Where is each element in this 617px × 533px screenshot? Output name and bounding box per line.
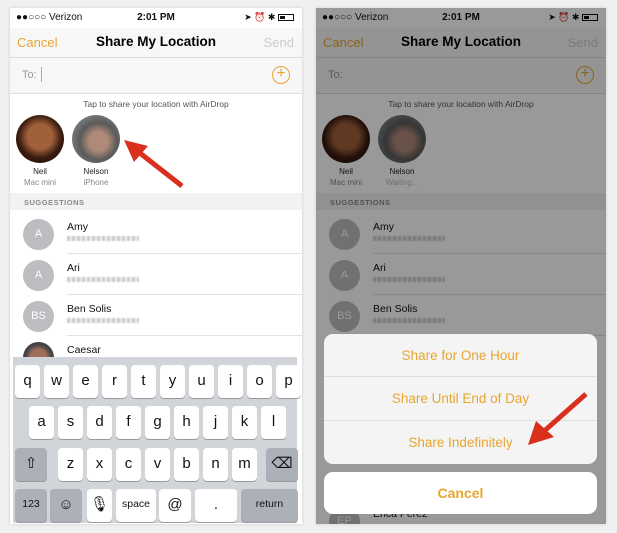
keyboard: q w e r t y u i o p a s d f g h j k l ⇧ z x c v b n m ⌫ 123 ☺ 🎙 space @.… xyxy=(13,357,301,523)
key-c[interactable]: c xyxy=(116,448,141,481)
contact-initials: BS xyxy=(23,301,54,332)
blurred-phone xyxy=(67,318,139,323)
key-k[interactable]: k xyxy=(232,406,257,439)
screen-share-duration-sheet: ●●○○○ Verizon 2:01 PM ➤ ⏰ ✱ Cancel Share… xyxy=(316,8,606,524)
emoji-key[interactable]: ☺ xyxy=(50,489,82,522)
key-q[interactable]: q xyxy=(15,365,40,398)
key-j[interactable]: j xyxy=(203,406,228,439)
battery-icon xyxy=(278,14,294,22)
red-arrow-annotation xyxy=(528,392,588,445)
key-a[interactable]: a xyxy=(29,406,54,439)
delete-key[interactable]: ⌫ xyxy=(266,448,298,481)
airdrop-device: iPhone xyxy=(83,178,109,187)
key-t[interactable]: t xyxy=(131,365,156,398)
contact-row[interactable]: A Ari xyxy=(10,254,302,295)
send-button[interactable]: Send xyxy=(264,35,294,50)
contact-initials: A xyxy=(23,260,54,291)
key-b[interactable]: b xyxy=(174,448,199,481)
key-x[interactable]: x xyxy=(87,448,112,481)
contact-name: Ari xyxy=(67,262,80,274)
to-label: To: xyxy=(22,69,37,81)
blurred-phone xyxy=(67,277,139,282)
dictation-key[interactable]: 🎙 xyxy=(87,489,112,522)
key-f[interactable]: f xyxy=(116,406,141,439)
blurred-phone xyxy=(67,236,139,241)
key-n[interactable]: n xyxy=(203,448,228,481)
avatar-neil[interactable] xyxy=(16,115,64,163)
key-d[interactable]: d xyxy=(87,406,112,439)
key-h[interactable]: h xyxy=(174,406,199,439)
airdrop-name: Neil xyxy=(33,167,47,176)
page-title: Share My Location xyxy=(95,34,217,49)
key-p[interactable]: p xyxy=(276,365,301,398)
contact-row[interactable]: BS Ben Solis xyxy=(10,295,302,336)
screen-share-location-keyboard: ●●○○○ Verizon 2:01 PM ➤ ⏰ ✱ Cancel Share… xyxy=(10,8,302,524)
status-icons: ➤ ⏰ ✱ xyxy=(244,12,294,23)
key-s[interactable]: s xyxy=(58,406,83,439)
key-g[interactable]: g xyxy=(145,406,170,439)
contact-name: Amy xyxy=(67,221,88,233)
add-contact-icon[interactable]: + xyxy=(272,66,290,84)
share-one-hour-option[interactable]: Share for One Hour xyxy=(324,334,597,378)
location-alarm-bluetooth-icon: ➤ ⏰ ✱ xyxy=(244,12,276,22)
airdrop-device: Mac mini xyxy=(23,178,56,187)
airdrop-hint: Tap to share your location with AirDrop xyxy=(83,99,229,109)
contact-initials: A xyxy=(23,219,54,250)
avatar-nelson[interactable] xyxy=(72,115,120,163)
shift-key[interactable]: ⇧ xyxy=(15,448,47,481)
key-w[interactable]: w xyxy=(44,365,69,398)
key-u[interactable]: u xyxy=(189,365,214,398)
red-arrow-annotation xyxy=(124,140,184,188)
contact-row[interactable]: A Amy xyxy=(10,213,302,254)
return-key[interactable]: return xyxy=(241,489,298,522)
text-cursor xyxy=(41,67,42,82)
suggestions-header: SUGGESTIONS xyxy=(10,193,302,210)
nav-bar: Cancel Share My Location Send xyxy=(10,28,302,58)
at-key[interactable]: @ xyxy=(159,489,191,522)
airdrop-name: Nelson xyxy=(83,167,109,176)
action-sheet-cancel-button[interactable]: Cancel xyxy=(324,472,597,514)
key-o[interactable]: o xyxy=(247,365,272,398)
key-i[interactable]: i xyxy=(218,365,243,398)
contact-name: Caesar xyxy=(67,344,101,356)
key-y[interactable]: y xyxy=(160,365,185,398)
to-field[interactable]: To: + xyxy=(10,58,302,94)
numbers-key[interactable]: 123 xyxy=(15,489,47,522)
key-l[interactable]: l xyxy=(261,406,286,439)
period-key[interactable]: . xyxy=(195,489,237,522)
key-e[interactable]: e xyxy=(73,365,98,398)
contact-name: Ben Solis xyxy=(67,303,112,315)
status-bar: ●●○○○ Verizon 2:01 PM ➤ ⏰ ✱ xyxy=(10,8,302,28)
space-key[interactable]: space xyxy=(116,489,156,522)
key-r[interactable]: r xyxy=(102,365,127,398)
key-v[interactable]: v xyxy=(145,448,170,481)
key-z[interactable]: z xyxy=(58,448,83,481)
key-m[interactable]: m xyxy=(232,448,257,481)
